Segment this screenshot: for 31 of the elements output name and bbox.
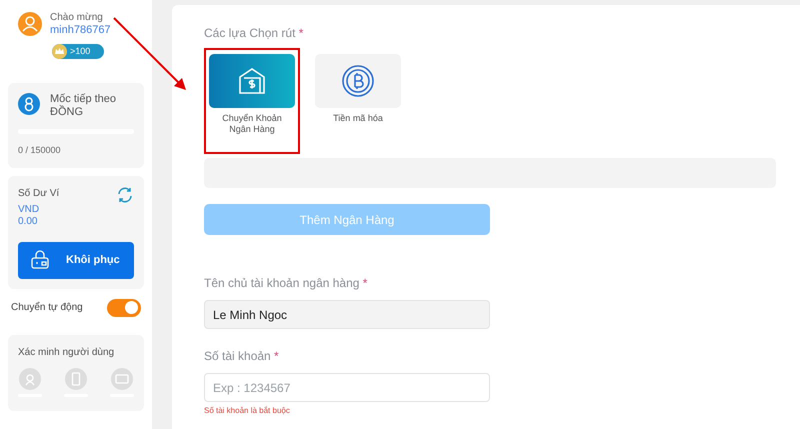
- wallet-title: Số Dư Ví: [18, 186, 60, 200]
- crown-icon: [52, 44, 67, 59]
- medal-icon: [18, 93, 40, 115]
- verification-title: Xác minh người dùng: [18, 346, 116, 360]
- account-error-text: Số tài khoản là bắt buộc: [204, 405, 291, 417]
- username-text: minh786767: [50, 24, 111, 36]
- refresh-icon[interactable]: [116, 186, 134, 204]
- currency-text: VND: [18, 204, 40, 216]
- bank-icon: [237, 66, 267, 96]
- account-number-label: Số tài khoản *: [204, 348, 280, 365]
- withdraw-option[interactable]: Tiền mã hóa: [310, 48, 406, 154]
- withdraw-option[interactable]: Chuyển Khoản Ngân Hàng: [204, 48, 300, 154]
- holder-name-label: Tên chủ tài khoản ngân hàng *: [204, 275, 368, 292]
- holder-name-field[interactable]: Le Minh Ngoc: [204, 300, 490, 329]
- wallet-lock-icon: [30, 250, 50, 270]
- id-card-icon: [111, 368, 133, 390]
- account-number-field[interactable]: Exp : 1234567: [204, 373, 490, 402]
- person-icon: [19, 368, 41, 390]
- restore-button[interactable]: Khôi phục: [18, 242, 134, 278]
- milestone-title: Mốc tiếp theo: [50, 93, 116, 105]
- auto-transfer-label: Chuyển tự động: [11, 300, 83, 315]
- milestone-rank: ĐỒNG: [50, 106, 84, 119]
- bitcoin-icon: [341, 64, 375, 98]
- greeting-text: Chào mừng: [50, 12, 104, 24]
- progress-text: 0 / 150000: [18, 144, 62, 157]
- phone-icon: [65, 368, 87, 390]
- withdraw-options-label: Các lựa Chọn rút *: [204, 25, 304, 42]
- level-badge: >100: [52, 44, 104, 59]
- auto-transfer-toggle[interactable]: [107, 298, 141, 316]
- balance-text: 0.00: [18, 216, 38, 228]
- avatar-icon: [18, 12, 42, 36]
